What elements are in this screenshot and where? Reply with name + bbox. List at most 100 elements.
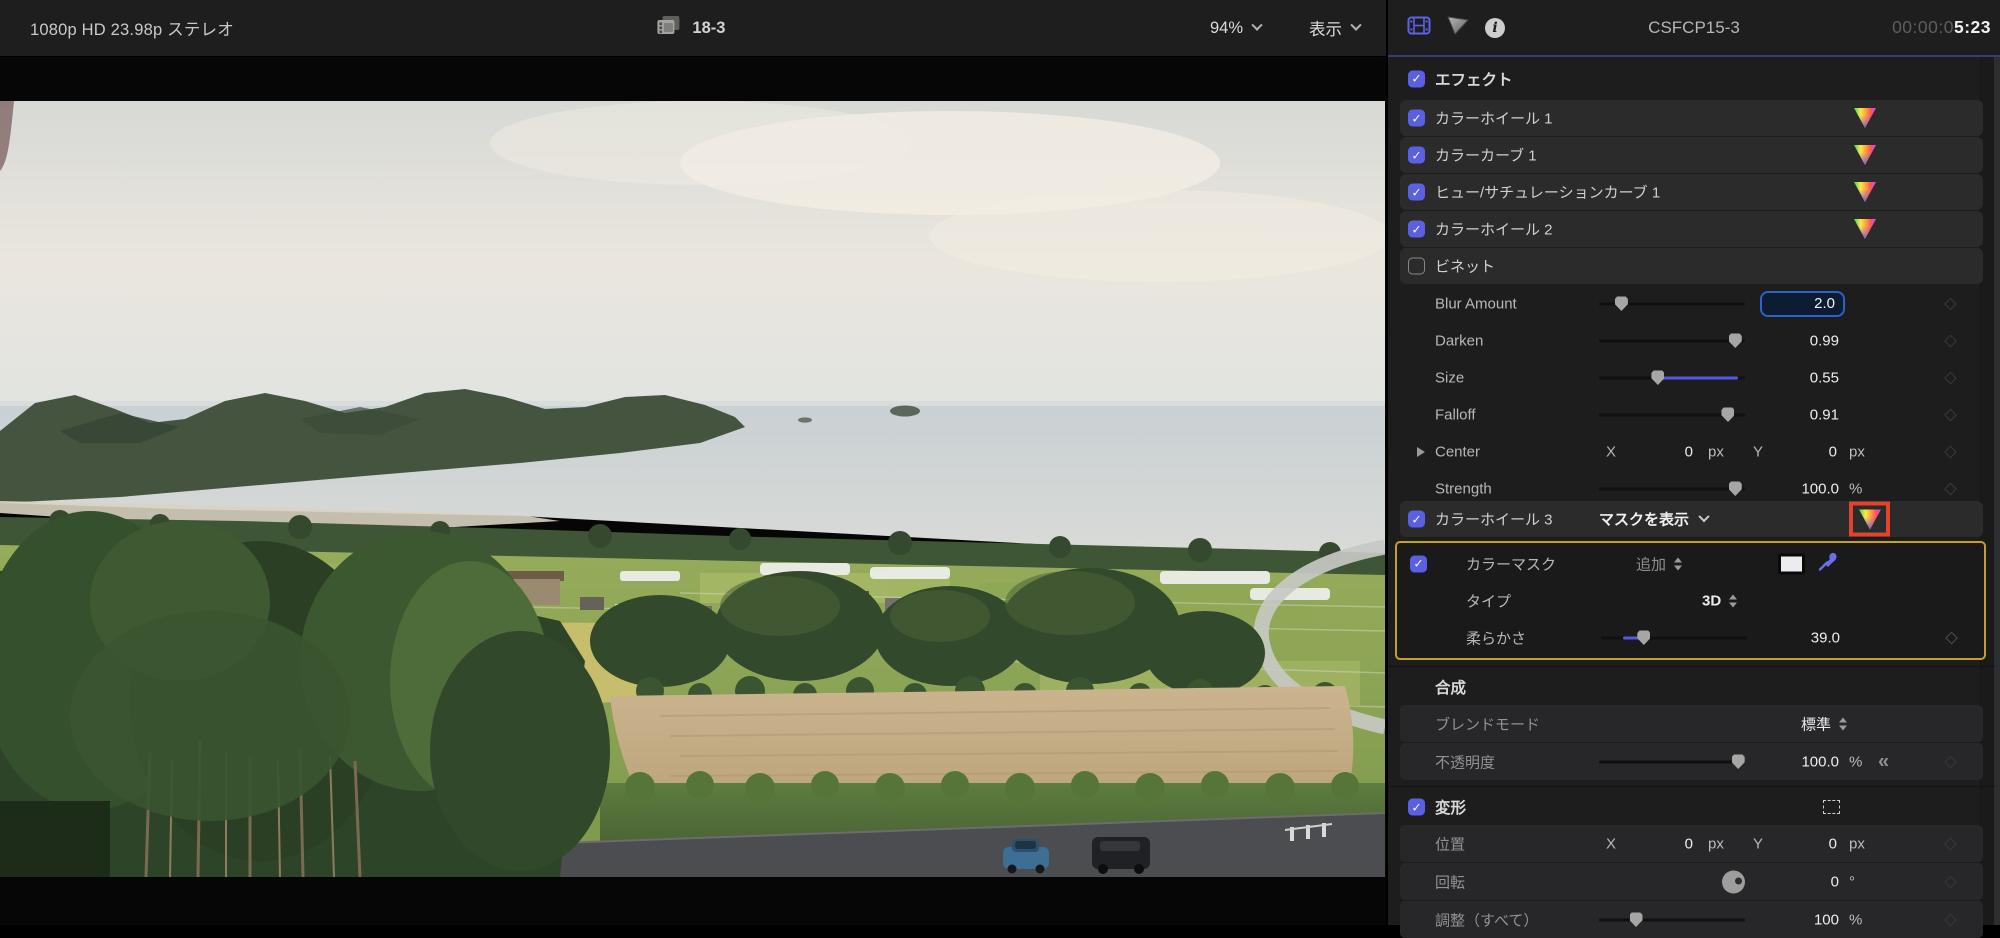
blend-mode-popup[interactable]: 標準: [1801, 713, 1847, 734]
eyedropper-icon[interactable]: [1817, 550, 1839, 577]
keyframe-diamond-icon[interactable]: [1945, 631, 1958, 644]
inspector-header: i CSFCP15-3 00:00:05:23: [1388, 0, 2000, 57]
size-slider[interactable]: [1599, 370, 1745, 385]
color-cone-icon[interactable]: [1852, 217, 1878, 241]
clip-icon: [656, 15, 681, 41]
effect-row-hue-sat-curves-1[interactable]: ヒュー/サチュレーションカーブ 1: [1400, 174, 1983, 210]
section-separator: [1388, 666, 1995, 667]
mask-type-value: 3D: [1702, 592, 1721, 609]
popup-stepper-icon: [1839, 717, 1847, 730]
keyframe-diamond-icon[interactable]: [1944, 445, 1957, 458]
color-cone-icon[interactable]: [1852, 180, 1878, 204]
param-label: タイプ: [1466, 590, 1511, 611]
effect-row-color-wheels-2[interactable]: カラーホイール 2: [1400, 211, 1983, 247]
falloff-slider[interactable]: [1599, 407, 1745, 422]
opacity-slider[interactable]: [1599, 754, 1745, 769]
rotation-dial-icon[interactable]: [1722, 870, 1745, 893]
viewer-canvas: [0, 58, 1386, 925]
effect-checkbox-unchecked[interactable]: [1408, 258, 1425, 275]
keyframe-diamond-icon[interactable]: [1944, 837, 1957, 850]
effect-row-color-curves-1[interactable]: カラーカーブ 1: [1400, 137, 1983, 173]
view-menu-button[interactable]: 表示: [1309, 16, 1360, 40]
effects-section-header: エフェクト: [1400, 57, 1983, 100]
show-mask-menu-button[interactable]: マスクを表示: [1599, 509, 1708, 530]
mask-add-popup[interactable]: 追加: [1636, 553, 1682, 574]
zoom-menu-button[interactable]: 94%: [1210, 19, 1261, 38]
param-label: カラーマスク: [1466, 553, 1556, 574]
effect-checkbox[interactable]: [1408, 511, 1425, 528]
clip-name: 18-3: [692, 19, 725, 38]
strength-slider[interactable]: [1599, 481, 1745, 496]
clip-info: 18-3: [656, 15, 725, 41]
effect-checkbox[interactable]: [1408, 184, 1425, 201]
chevron-down-icon: [1698, 511, 1709, 522]
popup-stepper-icon: [1729, 594, 1737, 607]
section-separator: [1388, 786, 1995, 787]
effects-section-label: エフェクト: [1435, 68, 1513, 90]
scale-all-value[interactable]: 100: [1749, 911, 1839, 928]
rotation-value[interactable]: 0: [1749, 873, 1839, 890]
keyframe-diamond-icon[interactable]: [1944, 371, 1957, 384]
effect-row-vignette[interactable]: ビネット: [1400, 248, 1983, 284]
show-mask-menu-label: マスクを表示: [1599, 509, 1689, 530]
blur-amount-slider[interactable]: [1599, 296, 1745, 311]
position-x-value[interactable]: 0: [1633, 835, 1693, 852]
keyframe-diamond-icon[interactable]: [1944, 334, 1957, 347]
color-swatch[interactable]: [1778, 553, 1805, 574]
color-mask-checkbox[interactable]: [1410, 555, 1427, 572]
position-y-value[interactable]: 0: [1777, 835, 1837, 852]
disclosure-triangle-icon[interactable]: [1417, 447, 1425, 457]
transform-onscreen-controls-icon[interactable]: [1823, 800, 1840, 814]
effect-label: カラーホイール 2: [1435, 219, 1553, 240]
param-row-position: 位置 X 0 px Y 0 px: [1400, 825, 1983, 862]
transform-checkbox[interactable]: [1408, 799, 1425, 816]
softness-slider[interactable]: [1601, 630, 1747, 645]
falloff-value[interactable]: 0.91: [1749, 406, 1839, 423]
size-value[interactable]: 0.55: [1749, 369, 1839, 386]
strength-value[interactable]: 100.0: [1749, 480, 1839, 497]
position-y-unit: px: [1849, 835, 1865, 852]
color-cone-icon[interactable]: [1852, 143, 1878, 167]
effects-checkbox[interactable]: [1408, 70, 1425, 87]
param-label: Darken: [1435, 332, 1483, 349]
mask-type-popup[interactable]: 3D: [1702, 592, 1737, 609]
keyframe-diamond-icon[interactable]: [1944, 482, 1957, 495]
inspector-scroll-rail[interactable]: [1980, 57, 2000, 925]
param-row-color-mask: カラーマスク 追加: [1402, 545, 1984, 582]
effect-row-color-wheels-1[interactable]: カラーホイール 1: [1400, 100, 1983, 136]
center-y-value[interactable]: 0: [1777, 443, 1837, 460]
keyframe-diamond-icon[interactable]: [1944, 755, 1957, 768]
param-label: 回転: [1435, 871, 1465, 892]
darken-slider[interactable]: [1599, 333, 1745, 348]
effect-checkbox[interactable]: [1408, 110, 1425, 127]
effect-label: カラーカーブ 1: [1435, 145, 1537, 166]
chevron-down-icon: [1251, 20, 1262, 31]
darken-value[interactable]: 0.99: [1749, 332, 1839, 349]
effect-checkbox[interactable]: [1408, 147, 1425, 164]
timecode-display: 00:00:05:23: [1892, 0, 1991, 55]
transform-section-label: 変形: [1435, 796, 1466, 818]
param-row-center: Center X 0 px Y 0 px: [1400, 433, 1983, 470]
keyframe-diamond-icon[interactable]: [1944, 297, 1957, 310]
keyframe-diamond-icon[interactable]: [1944, 913, 1957, 926]
keyframe-diamond-icon[interactable]: [1944, 875, 1957, 888]
keyframe-previous-icon[interactable]: «: [1878, 750, 1887, 773]
effect-checkbox[interactable]: [1408, 221, 1425, 238]
compositing-section-header: 合成: [1400, 669, 1983, 705]
scrollbar-strip[interactable]: [1994, 57, 2000, 925]
effect-label: カラーホイール 1: [1435, 108, 1553, 129]
center-x-value[interactable]: 0: [1633, 443, 1693, 460]
inspector-pane: i CSFCP15-3 00:00:05:23 エフェクト カラーホイール 1: [1388, 0, 2000, 925]
effect-row-color-wheels-3[interactable]: カラーホイール 3 マスクを表示: [1400, 501, 1983, 537]
color-cone-icon[interactable]: [1857, 507, 1883, 531]
zoom-level: 94%: [1210, 19, 1243, 38]
viewer-video-frame: [0, 101, 1385, 877]
color-cone-icon[interactable]: [1852, 106, 1878, 130]
blur-amount-value-field[interactable]: 2.0: [1760, 291, 1845, 317]
keyframe-diamond-icon[interactable]: [1944, 408, 1957, 421]
softness-value[interactable]: 39.0: [1750, 629, 1840, 646]
opacity-value[interactable]: 100.0: [1749, 753, 1839, 770]
param-label: Strength: [1435, 480, 1492, 497]
transform-section-header: 変形: [1400, 789, 1983, 825]
timecode-bright: 5:23: [1954, 17, 1991, 38]
